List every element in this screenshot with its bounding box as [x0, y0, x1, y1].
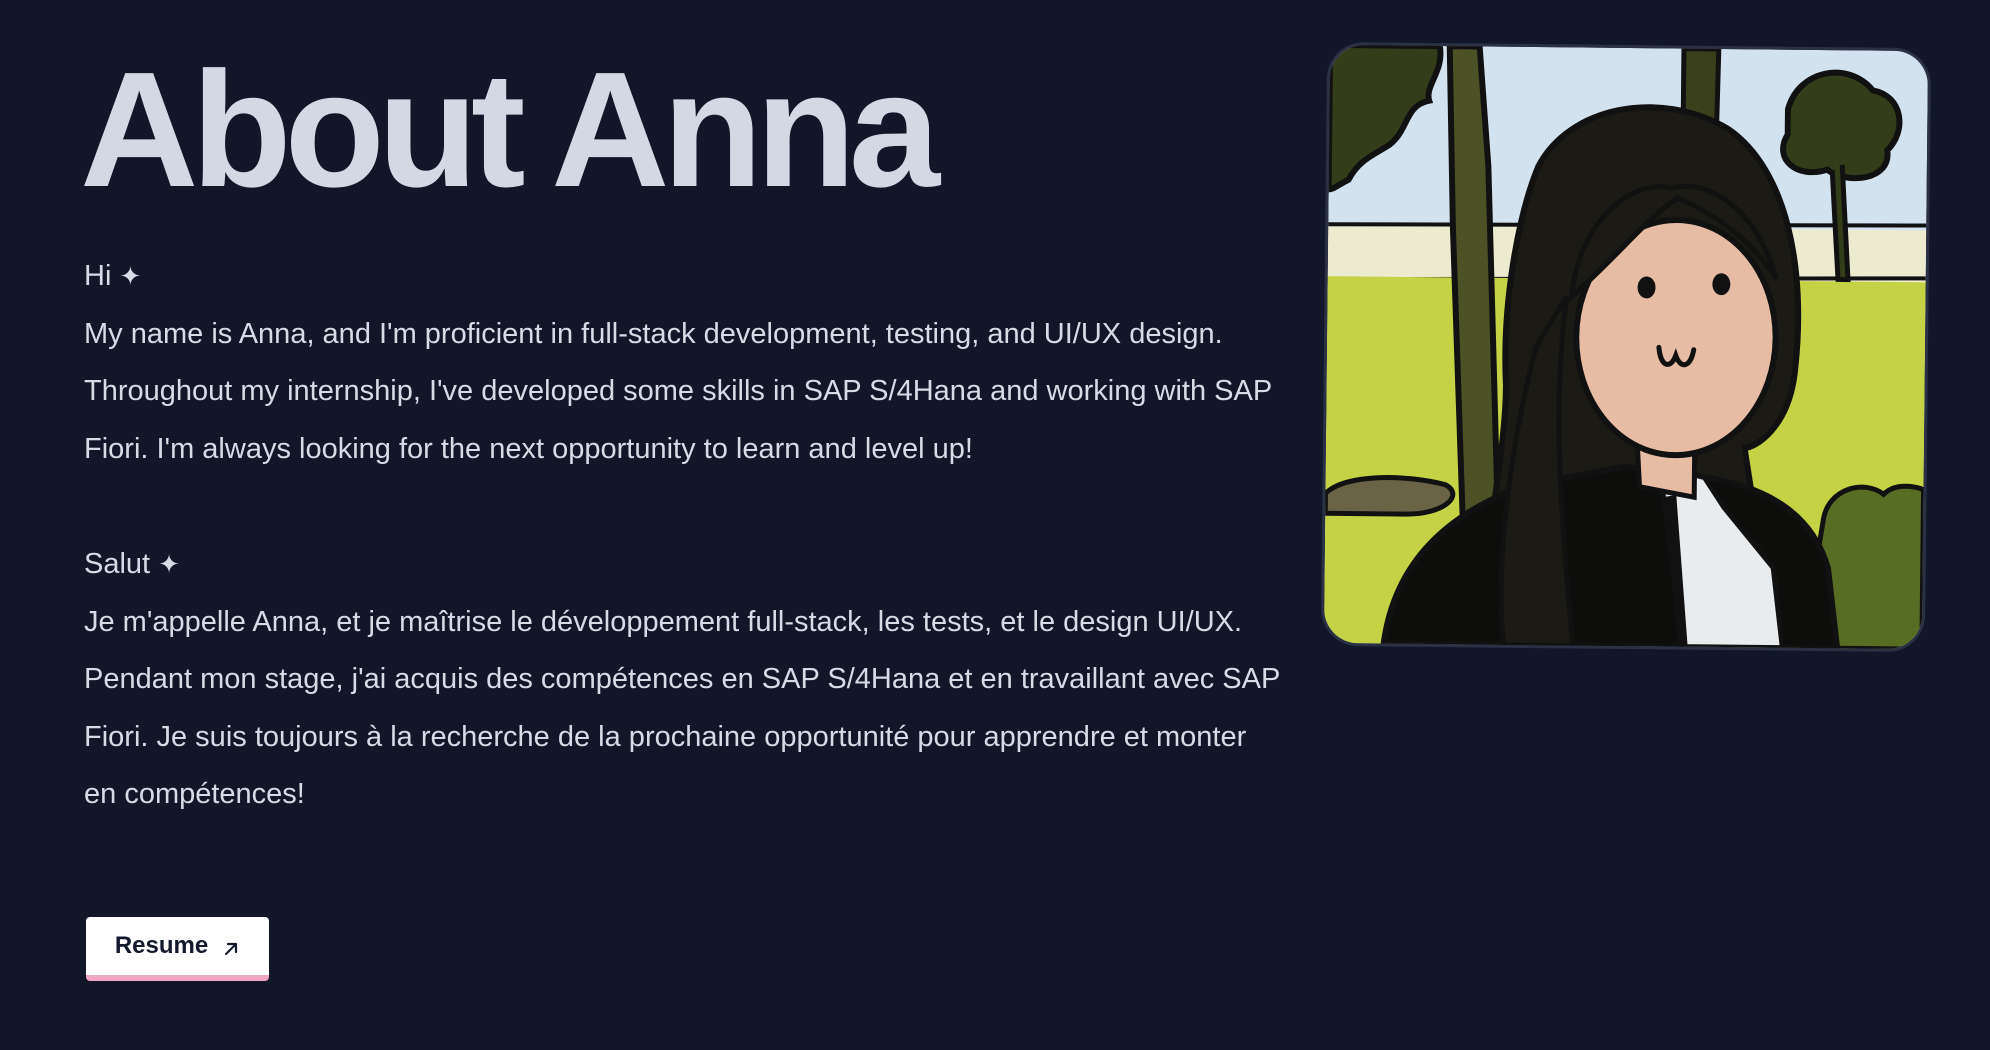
- english-greeting-text: Hi: [84, 260, 112, 292]
- french-greeting-text: Salut: [84, 547, 151, 580]
- french-body: Je m'appelle Anna, et je maîtrise le dév…: [84, 605, 1280, 811]
- english-paragraph: Hi ✦ My name is Anna, and I'm proficient…: [84, 248, 1284, 478]
- english-greeting: Hi ✦: [84, 248, 1284, 306]
- english-body: My name is Anna, and I'm proficient in f…: [84, 317, 1272, 465]
- resume-button-label: Resume: [114, 932, 209, 959]
- resume-button[interactable]: Resume: [86, 917, 269, 981]
- french-greeting: Salut ✦: [84, 536, 1284, 594]
- sparkle-icon: ✦: [119, 261, 142, 291]
- portrait-illustration: [1323, 44, 1929, 650]
- arrow-up-right-icon: [222, 937, 240, 956]
- sparkle-icon: ✦: [158, 548, 180, 579]
- about-content: Hi ✦ My name is Anna, and I'm proficient…: [84, 248, 1284, 824]
- french-paragraph: Salut ✦ Je m'appelle Anna, et je maîtris…: [84, 536, 1284, 824]
- page-title: About Anna: [80, 38, 940, 221]
